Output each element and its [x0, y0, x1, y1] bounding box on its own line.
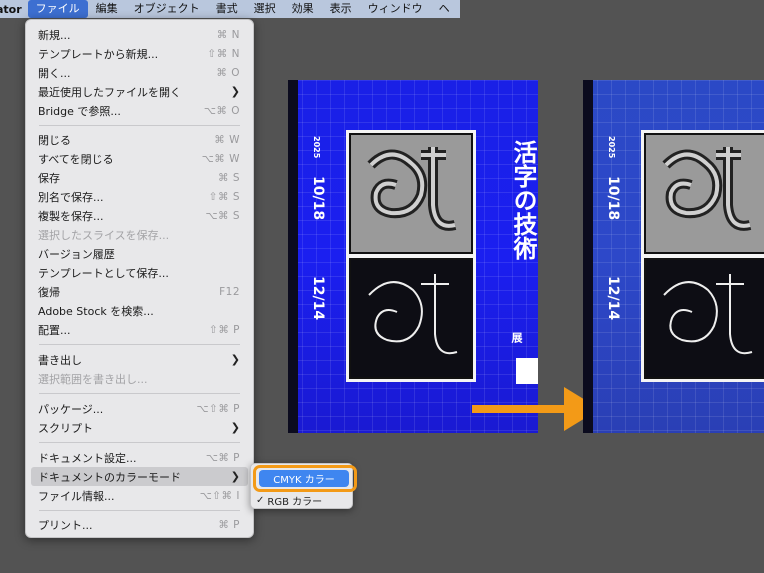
menu-item-save-as[interactable]: 別名で保存... ⇧⌘ S — [31, 187, 248, 206]
type-glyph-icon — [662, 147, 752, 231]
poster-frame — [346, 130, 476, 382]
artboard-cmyk: 10/18 2025 12/14 — [583, 80, 764, 433]
menu-item-export[interactable]: 書き出し ❯ — [31, 350, 248, 369]
menu-item-browse-in-bridge[interactable]: Bridge で参照... ⌥⌘ O — [31, 101, 248, 120]
menu-item-close[interactable]: 閉じる ⌘ W — [31, 130, 248, 149]
menu-item-document-color-mode[interactable]: ドキュメントのカラーモード ❯ — [31, 467, 248, 486]
chevron-right-icon: ❯ — [230, 353, 240, 366]
poster-edge — [288, 80, 298, 433]
menu-help[interactable]: ヘ — [431, 0, 458, 18]
menu-effect[interactable]: 効果 — [284, 0, 322, 18]
menu-file[interactable]: ファイル — [27, 0, 88, 18]
artboard-rgb: 10/18 2025 12/14 活字の技術 展 — [288, 80, 538, 433]
poster-start-date: 10/18 — [605, 176, 621, 221]
menu-window[interactable]: ウィンドウ — [360, 0, 431, 18]
poster-edge — [583, 80, 593, 433]
menu-item-save-selected-slices[interactable]: 選択したスライスを保存... — [31, 225, 248, 244]
app-menu[interactable]: ator — [0, 3, 28, 16]
menu-object[interactable]: オブジェクト — [126, 0, 208, 18]
outline-glyph-icon — [368, 274, 458, 355]
menu-separator — [39, 125, 240, 126]
poster-end-date: 12/14 — [605, 276, 621, 321]
menu-item-file-info[interactable]: ファイル情報... ⌥⇧⌘ I — [31, 486, 248, 505]
highlight-box — [253, 465, 357, 492]
chevron-right-icon: ❯ — [230, 421, 240, 434]
menu-edit[interactable]: 編集 — [88, 0, 126, 18]
poster-year: 2025 — [312, 136, 321, 159]
outline-glyph-icon — [663, 274, 753, 355]
chevron-right-icon: ❯ — [230, 85, 240, 98]
menu-separator — [39, 442, 240, 443]
menu-item-print[interactable]: プリント... ⌘ P — [31, 515, 248, 534]
menu-separator — [39, 344, 240, 345]
menu-separator — [39, 510, 240, 511]
poster-title-suffix: 展 — [510, 332, 523, 343]
menu-item-open[interactable]: 開く... ⌘ O — [31, 63, 248, 82]
outline-type-image — [349, 258, 473, 379]
menu-item-export-selection[interactable]: 選択範囲を書き出し... — [31, 369, 248, 388]
menu-item-save-copy[interactable]: 複製を保存... ⌥⌘ S — [31, 206, 248, 225]
stone-type-image — [644, 133, 764, 254]
poster-title: 活字の技術 — [509, 140, 538, 260]
poster-frame — [641, 130, 764, 382]
rgb-color-option[interactable]: ✓ RGB カラー — [256, 493, 322, 508]
poster-start-date: 10/18 — [310, 176, 326, 221]
menu-item-document-setup[interactable]: ドキュメント設定... ⌥⌘ P — [31, 448, 248, 467]
file-menu: 新規... ⌘ N テンプレートから新規... ⇧⌘ N 開く... ⌘ O 最近使用… — [25, 19, 254, 538]
menu-item-revert[interactable]: 復帰 F12 — [31, 282, 248, 301]
menu-item-new-from-template[interactable]: テンプレートから新規... ⇧⌘ N — [31, 44, 248, 63]
poster-year: 2025 — [607, 136, 616, 159]
type-glyph-icon — [367, 147, 457, 231]
menu-item-package[interactable]: パッケージ... ⌥⇧⌘ P — [31, 399, 248, 418]
menu-item-close-all[interactable]: すべてを閉じる ⌥⌘ W — [31, 149, 248, 168]
menu-separator — [39, 393, 240, 394]
rgb-color-label: RGB カラー — [267, 497, 323, 508]
menu-type[interactable]: 書式 — [208, 0, 246, 18]
poster-end-date: 12/14 — [310, 276, 326, 321]
menu-item-save-as-template[interactable]: テンプレートとして保存... — [31, 263, 248, 282]
color-mode-submenu: CMYK カラー ✓ RGB カラー — [250, 463, 357, 509]
menu-item-version-history[interactable]: バージョン履歴 — [31, 244, 248, 263]
menu-item-scripts[interactable]: スクリプト ❯ — [31, 418, 248, 437]
checkmark-icon: ✓ — [256, 495, 265, 506]
menu-item-search-adobe-stock[interactable]: Adobe Stock を検索... — [31, 301, 248, 320]
menu-item-new[interactable]: 新規... ⌘ N — [31, 25, 248, 44]
menu-bar: ator ファイル 編集 オブジェクト 書式 選択 効果 表示 ウィンドウ ヘ — [0, 0, 460, 18]
menu-select[interactable]: 選択 — [246, 0, 284, 18]
poster-white-block — [516, 358, 538, 384]
chevron-right-icon: ❯ — [230, 470, 240, 483]
stone-type-image — [349, 133, 473, 254]
menu-item-save[interactable]: 保存 ⌘ S — [31, 168, 248, 187]
outline-type-image — [644, 258, 764, 379]
menu-item-open-recent[interactable]: 最近使用したファイルを開く ❯ — [31, 82, 248, 101]
menu-item-place[interactable]: 配置... ⇧⌘ P — [31, 320, 248, 339]
menu-view[interactable]: 表示 — [322, 0, 360, 18]
